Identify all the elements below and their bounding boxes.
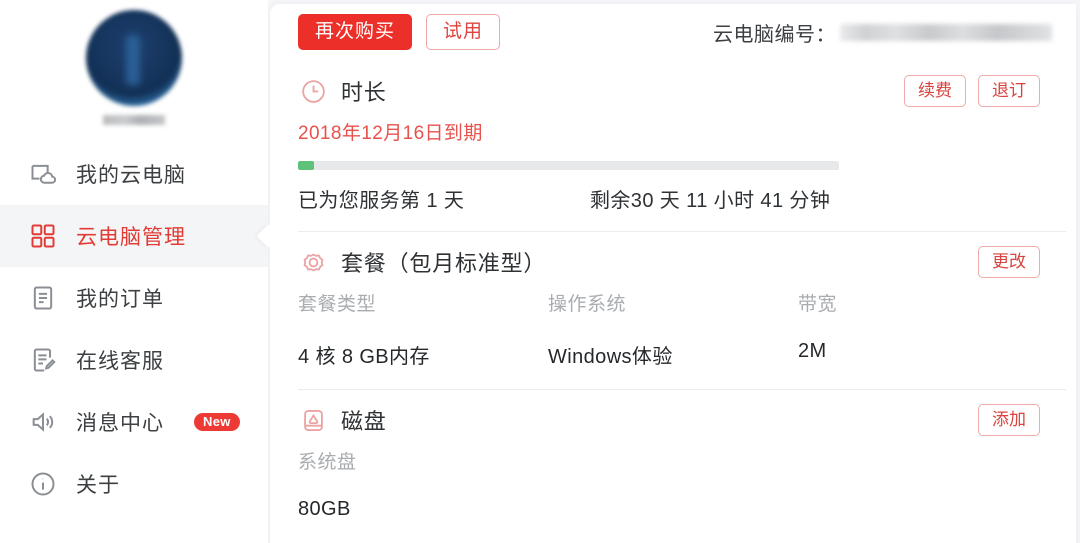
sidebar-item-about[interactable]: 关于 xyxy=(0,453,268,515)
duration-progress-fill xyxy=(298,161,315,170)
unsubscribe-button[interactable]: 退订 xyxy=(978,75,1040,107)
grid-squares-icon xyxy=(28,221,58,251)
renew-button[interactable]: 续费 xyxy=(904,75,966,107)
document-lines-icon xyxy=(28,283,58,313)
remaining-time: 剩余30 天 11 小时 41 分钟 xyxy=(590,190,831,212)
package-specs: 套餐类型 4 核 8 GB内存 操作系统 Windows体验 带宽 2M xyxy=(298,293,1048,389)
package-actions: 更改 xyxy=(978,246,1048,278)
monitor-cloud-icon xyxy=(28,159,58,189)
sidebar-item-online-support[interactable]: 在线客服 xyxy=(0,329,268,391)
document-pen-icon xyxy=(28,345,58,375)
section-disk: 磁盘 添加 系统盘 80GB xyxy=(270,389,1076,541)
spec-label: 套餐类型 xyxy=(298,294,377,315)
spec-label: 操作系统 xyxy=(548,294,627,315)
sidebar-item-label: 关于 xyxy=(76,474,120,497)
sidebar-item-label: 我的订单 xyxy=(76,288,164,311)
username-redacted xyxy=(103,115,165,125)
disk-specs: 系统盘 80GB xyxy=(298,451,1048,541)
spec-value: 4 核 8 GB内存 xyxy=(298,346,430,368)
spec-column: 套餐类型 4 核 8 GB内存 xyxy=(298,293,548,369)
served-days: 已为您服务第 1 天 xyxy=(298,190,465,212)
sidebar-item-label: 在线客服 xyxy=(76,350,164,373)
buy-again-button[interactable]: 再次购买 xyxy=(298,14,413,50)
sidebar-item-my-cloud-pc[interactable]: 我的云电脑 xyxy=(0,143,268,205)
avatar[interactable] xyxy=(86,10,182,106)
spec-value: Windows体验 xyxy=(548,346,673,368)
change-package-button[interactable]: 更改 xyxy=(978,246,1040,278)
add-disk-button[interactable]: 添加 xyxy=(978,404,1040,436)
harddisk-icon xyxy=(298,405,328,435)
disk-actions: 添加 xyxy=(978,404,1048,436)
section-title: 时长 xyxy=(341,80,387,105)
clock-icon xyxy=(298,76,328,106)
duration-actions: 续费 退订 xyxy=(904,75,1048,107)
spec-column: 系统盘 80GB xyxy=(298,451,548,521)
profile-block xyxy=(0,0,268,125)
section-title: 磁盘 xyxy=(341,409,387,434)
status-badge: New xyxy=(194,413,240,431)
spec-column: 操作系统 Windows体验 xyxy=(548,293,798,369)
info-circle-icon xyxy=(28,469,58,499)
spec-value: 80GB xyxy=(298,498,351,520)
gear-icon xyxy=(298,247,328,277)
sidebar-item-label: 我的云电脑 xyxy=(76,164,186,187)
spec-label: 带宽 xyxy=(798,294,838,315)
spec-value: 2M xyxy=(798,340,827,362)
expiry-date: 2018年12月16日到期 xyxy=(298,123,483,144)
sidebar-item-label: 云电脑管理 xyxy=(76,226,186,249)
sidebar-item-cloud-pc-management[interactable]: 云电脑管理 xyxy=(0,205,281,267)
spec-label: 系统盘 xyxy=(298,452,357,473)
sidebar-item-message-center[interactable]: 消息中心 New xyxy=(0,391,268,453)
trial-button[interactable]: 试用 xyxy=(426,14,501,50)
device-id: 云电脑编号： xyxy=(713,18,1060,47)
duration-progress-bar xyxy=(298,161,839,170)
device-id-label: 云电脑编号： xyxy=(713,23,836,46)
sidebar-item-label: 消息中心 xyxy=(76,412,164,435)
disk-header: 磁盘 添加 xyxy=(298,389,1048,451)
toolbar: 再次购买 试用 云电脑编号： xyxy=(270,4,1076,60)
device-id-value-redacted xyxy=(840,23,1052,41)
duration-header: 时长 续费 退订 xyxy=(298,60,1048,122)
main-panel: 再次购买 试用 云电脑编号： 时长 续费 退订 2018年12月16日到期 已为… xyxy=(268,0,1080,543)
sidebar-nav: 我的云电脑 云电脑管理 我的订单 在线客服 消息中心 New 关于 xyxy=(0,143,281,515)
duration-stats: 已为您服务第 1 天 剩余30 天 11 小时 41 分钟 xyxy=(298,184,1048,231)
section-package: 套餐（包月标准型） 更改 套餐类型 4 核 8 GB内存 操作系统 Window… xyxy=(270,231,1076,389)
speaker-icon xyxy=(28,407,58,437)
spec-column: 带宽 2M xyxy=(798,293,1048,369)
app-root: 我的云电脑 云电脑管理 我的订单 在线客服 消息中心 New 关于 再次购买 试… xyxy=(0,0,1080,543)
section-duration: 时长 续费 退订 2018年12月16日到期 已为您服务第 1 天 剩余30 天… xyxy=(270,60,1076,231)
sidebar: 我的云电脑 云电脑管理 我的订单 在线客服 消息中心 New 关于 xyxy=(0,0,281,543)
section-title: 套餐（包月标准型） xyxy=(341,251,547,276)
package-header: 套餐（包月标准型） 更改 xyxy=(298,231,1048,293)
sidebar-item-my-orders[interactable]: 我的订单 xyxy=(0,267,268,329)
content-card: 再次购买 试用 云电脑编号： 时长 续费 退订 2018年12月16日到期 已为… xyxy=(270,4,1076,543)
